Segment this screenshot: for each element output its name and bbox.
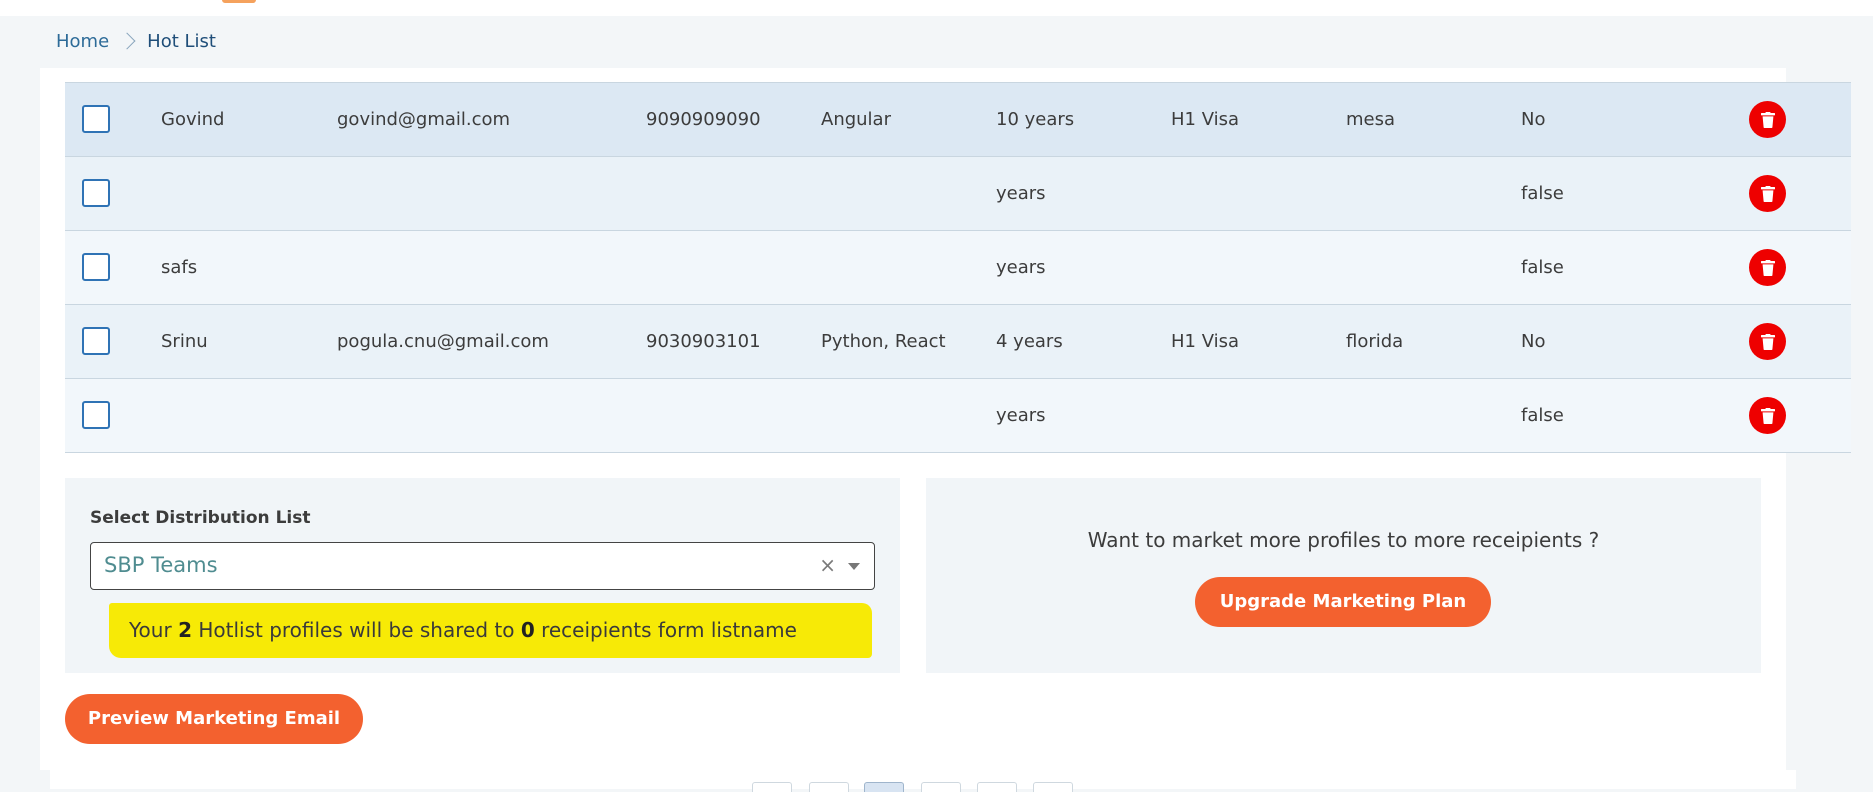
row-checkbox[interactable] xyxy=(82,179,110,207)
breadcrumb: Home Hot List xyxy=(56,28,216,54)
delete-row-button[interactable] xyxy=(1749,175,1786,212)
row-checkbox[interactable] xyxy=(82,105,110,133)
delete-row-button[interactable] xyxy=(1749,249,1786,286)
table-row: Srinu pogula.cnu@gmail.com 9030903101 Py… xyxy=(65,305,1851,379)
cell-location: florida xyxy=(1346,331,1404,352)
caret-down-icon[interactable] xyxy=(848,563,860,570)
row-checkbox[interactable] xyxy=(82,401,110,429)
cell-email: govind@gmail.com xyxy=(337,109,511,130)
cell-relocate: No xyxy=(1521,109,1546,130)
cell-location: mesa xyxy=(1346,109,1396,130)
top-bar xyxy=(0,0,1873,16)
distribution-list-select[interactable]: SBP Teams × xyxy=(90,542,875,590)
hotlist-table: Govind govind@gmail.com 9090909090 Angul… xyxy=(65,82,1851,453)
cell-visa: H1 Visa xyxy=(1171,331,1240,352)
pagination-button-current[interactable] xyxy=(864,782,904,792)
pagination-button[interactable] xyxy=(809,782,849,792)
cell-phone: 9090909090 xyxy=(646,109,761,130)
pagination-button[interactable] xyxy=(1033,782,1073,792)
table-row: Govind govind@gmail.com 9090909090 Angul… xyxy=(65,83,1851,157)
share-summary-text: Your 2 Hotlist profiles will be shared t… xyxy=(129,603,797,658)
share-summary-highlight: Your 2 Hotlist profiles will be shared t… xyxy=(109,603,872,658)
cell-relocate: No xyxy=(1521,331,1546,352)
cell-experience: years xyxy=(996,257,1046,278)
upgrade-prompt: Want to market more profiles to more rec… xyxy=(1087,528,1600,552)
cell-experience: years xyxy=(996,183,1046,204)
breadcrumb-current: Hot List xyxy=(147,30,216,52)
delete-row-button[interactable] xyxy=(1749,323,1786,360)
chevron-right-icon xyxy=(118,32,136,50)
upgrade-panel: Want to market more profiles to more rec… xyxy=(926,478,1761,673)
pagination-button[interactable] xyxy=(921,782,961,792)
logo-fragment xyxy=(222,0,256,3)
cell-relocate: false xyxy=(1521,257,1564,278)
pagination-button[interactable] xyxy=(752,782,792,792)
table-row: safs years false xyxy=(65,231,1851,305)
trash-icon xyxy=(1760,185,1775,202)
share-summary-middle: Hotlist profiles will be shared to xyxy=(191,618,521,642)
cell-relocate: false xyxy=(1521,405,1564,426)
distribution-panel: Select Distribution List SBP Teams × You… xyxy=(65,478,900,673)
cell-relocate: false xyxy=(1521,183,1564,204)
preview-marketing-email-button[interactable]: Preview Marketing Email xyxy=(65,694,363,744)
cell-name: Govind xyxy=(161,109,225,130)
upgrade-marketing-plan-button[interactable]: Upgrade Marketing Plan xyxy=(1195,577,1491,627)
delete-row-button[interactable] xyxy=(1749,397,1786,434)
cell-email: pogula.cnu@gmail.com xyxy=(337,331,549,352)
trash-icon xyxy=(1760,407,1775,424)
cell-visa: H1 Visa xyxy=(1171,109,1240,130)
delete-row-button[interactable] xyxy=(1749,101,1786,138)
cell-experience: years xyxy=(996,405,1046,426)
share-summary-prefix: Your xyxy=(129,618,179,642)
breadcrumb-home-link[interactable]: Home xyxy=(56,31,109,52)
trash-icon xyxy=(1760,111,1775,128)
clear-selection-icon[interactable]: × xyxy=(819,543,836,588)
profile-count: 2 xyxy=(178,618,192,642)
cell-name: Srinu xyxy=(161,331,208,352)
cell-experience: 10 years xyxy=(996,109,1075,130)
distribution-list-label: Select Distribution List xyxy=(90,508,311,528)
cell-name: safs xyxy=(161,257,198,278)
trash-icon xyxy=(1760,259,1775,276)
trash-icon xyxy=(1760,333,1775,350)
pagination-button[interactable] xyxy=(977,782,1017,792)
cell-skills: Python, React xyxy=(821,331,946,352)
recipient-count: 0 xyxy=(520,618,535,642)
cell-experience: 4 years xyxy=(996,331,1063,352)
share-summary-suffix: receipients form listname xyxy=(534,618,797,642)
table-row: years false xyxy=(65,379,1851,453)
table-row: years false xyxy=(65,157,1851,231)
cell-skills: Angular xyxy=(821,109,891,130)
cell-phone: 9030903101 xyxy=(646,331,761,352)
distribution-list-value: SBP Teams xyxy=(104,553,218,577)
row-checkbox[interactable] xyxy=(82,327,110,355)
row-checkbox[interactable] xyxy=(82,253,110,281)
